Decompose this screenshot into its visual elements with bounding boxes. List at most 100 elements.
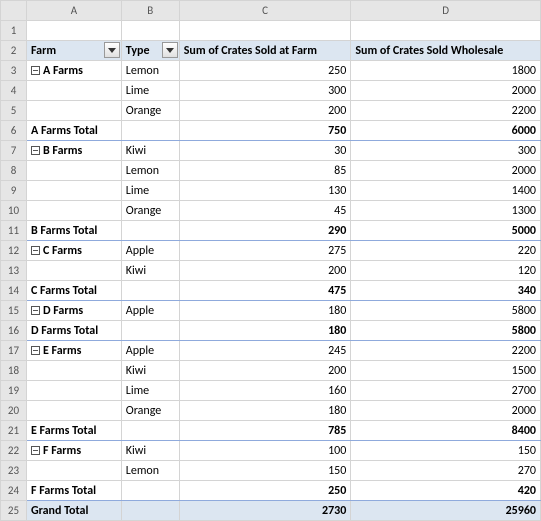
cell-blank[interactable]: [26, 21, 121, 41]
row-header[interactable]: 24: [1, 481, 27, 501]
empty-farm-cell[interactable]: [26, 381, 121, 401]
pivot-header-sum-wholesale[interactable]: Sum of Crates Sold Wholesale: [351, 41, 541, 61]
subtotal-label[interactable]: F Farms Total: [26, 481, 121, 501]
empty-farm-cell[interactable]: [26, 261, 121, 281]
type-cell[interactable]: Orange: [121, 401, 179, 421]
collapse-icon[interactable]: [31, 346, 40, 355]
row-header[interactable]: 5: [1, 101, 27, 121]
row-header[interactable]: 18: [1, 361, 27, 381]
value-farm-sold[interactable]: 85: [179, 161, 351, 181]
subtotal-label[interactable]: C Farms Total: [26, 281, 121, 301]
type-cell[interactable]: Kiwi: [121, 361, 179, 381]
value-farm-sold[interactable]: 200: [179, 261, 351, 281]
row-header[interactable]: 11: [1, 221, 27, 241]
group-farm-cell[interactable]: C Farms: [26, 241, 121, 261]
type-cell[interactable]: Lime: [121, 81, 179, 101]
row-header[interactable]: 12: [1, 241, 27, 261]
row-header[interactable]: 14: [1, 281, 27, 301]
row-header[interactable]: 1: [1, 21, 27, 41]
value-wholesale[interactable]: 2200: [351, 101, 541, 121]
value-farm-sold[interactable]: 300: [179, 81, 351, 101]
value-wholesale[interactable]: 1500: [351, 361, 541, 381]
row-header[interactable]: 13: [1, 261, 27, 281]
value-wholesale[interactable]: 2000: [351, 81, 541, 101]
value-wholesale[interactable]: 150: [351, 441, 541, 461]
collapse-icon[interactable]: [31, 246, 40, 255]
row-header[interactable]: 17: [1, 341, 27, 361]
subtotal-wholesale[interactable]: 340: [351, 281, 541, 301]
type-cell[interactable]: Apple: [121, 301, 179, 321]
value-wholesale[interactable]: 270: [351, 461, 541, 481]
grand-total-wholesale[interactable]: 25960: [351, 501, 541, 521]
cell-blank[interactable]: [351, 21, 541, 41]
row-header[interactable]: 9: [1, 181, 27, 201]
subtotal-blank[interactable]: [121, 221, 179, 241]
subtotal-farm-sold[interactable]: 290: [179, 221, 351, 241]
type-cell[interactable]: Orange: [121, 201, 179, 221]
pivot-header-farm[interactable]: Farm: [26, 41, 121, 61]
subtotal-wholesale[interactable]: 5800: [351, 321, 541, 341]
subtotal-label[interactable]: E Farms Total: [26, 421, 121, 441]
group-farm-cell[interactable]: E Farms: [26, 341, 121, 361]
row-header[interactable]: 3: [1, 61, 27, 81]
value-wholesale[interactable]: 120: [351, 261, 541, 281]
row-header[interactable]: 22: [1, 441, 27, 461]
subtotal-label[interactable]: A Farms Total: [26, 121, 121, 141]
row-header[interactable]: 21: [1, 421, 27, 441]
subtotal-wholesale[interactable]: 5000: [351, 221, 541, 241]
value-farm-sold[interactable]: 250: [179, 61, 351, 81]
value-wholesale[interactable]: 2000: [351, 161, 541, 181]
cell-blank[interactable]: [121, 21, 179, 41]
row-header[interactable]: 15: [1, 301, 27, 321]
subtotal-farm-sold[interactable]: 475: [179, 281, 351, 301]
subtotal-blank[interactable]: [121, 281, 179, 301]
value-wholesale[interactable]: 1300: [351, 201, 541, 221]
type-cell[interactable]: Apple: [121, 341, 179, 361]
type-cell[interactable]: Lemon: [121, 161, 179, 181]
row-header[interactable]: 2: [1, 41, 27, 61]
value-wholesale[interactable]: 300: [351, 141, 541, 161]
type-cell[interactable]: Lime: [121, 181, 179, 201]
empty-farm-cell[interactable]: [26, 201, 121, 221]
row-header[interactable]: 8: [1, 161, 27, 181]
value-wholesale[interactable]: 2200: [351, 341, 541, 361]
value-farm-sold[interactable]: 180: [179, 401, 351, 421]
value-farm-sold[interactable]: 200: [179, 101, 351, 121]
value-farm-sold[interactable]: 100: [179, 441, 351, 461]
subtotal-wholesale[interactable]: 420: [351, 481, 541, 501]
col-header-D[interactable]: D: [351, 1, 541, 21]
row-header[interactable]: 20: [1, 401, 27, 421]
type-cell[interactable]: Lemon: [121, 61, 179, 81]
type-cell[interactable]: Orange: [121, 101, 179, 121]
row-header[interactable]: 10: [1, 201, 27, 221]
pivot-header-sum-farm[interactable]: Sum of Crates Sold at Farm: [179, 41, 351, 61]
cell-blank[interactable]: [179, 21, 351, 41]
type-cell[interactable]: Apple: [121, 241, 179, 261]
empty-farm-cell[interactable]: [26, 161, 121, 181]
group-farm-cell[interactable]: B Farms: [26, 141, 121, 161]
value-farm-sold[interactable]: 160: [179, 381, 351, 401]
group-farm-cell[interactable]: A Farms: [26, 61, 121, 81]
collapse-icon[interactable]: [31, 66, 40, 75]
empty-farm-cell[interactable]: [26, 181, 121, 201]
value-farm-sold[interactable]: 30: [179, 141, 351, 161]
subtotal-farm-sold[interactable]: 250: [179, 481, 351, 501]
value-wholesale[interactable]: 2700: [351, 381, 541, 401]
type-cell[interactable]: Kiwi: [121, 141, 179, 161]
empty-farm-cell[interactable]: [26, 361, 121, 381]
row-header[interactable]: 6: [1, 121, 27, 141]
value-farm-sold[interactable]: 200: [179, 361, 351, 381]
value-farm-sold[interactable]: 45: [179, 201, 351, 221]
filter-dropdown-farm[interactable]: [104, 42, 120, 58]
value-wholesale[interactable]: 1800: [351, 61, 541, 81]
subtotal-farm-sold[interactable]: 750: [179, 121, 351, 141]
filter-dropdown-type[interactable]: [162, 42, 178, 58]
col-header-B[interactable]: B: [121, 1, 179, 21]
type-cell[interactable]: Kiwi: [121, 441, 179, 461]
grand-total-blank[interactable]: [121, 501, 179, 521]
value-farm-sold[interactable]: 150: [179, 461, 351, 481]
value-wholesale[interactable]: 220: [351, 241, 541, 261]
subtotal-farm-sold[interactable]: 785: [179, 421, 351, 441]
type-cell[interactable]: Lime: [121, 381, 179, 401]
value-farm-sold[interactable]: 275: [179, 241, 351, 261]
